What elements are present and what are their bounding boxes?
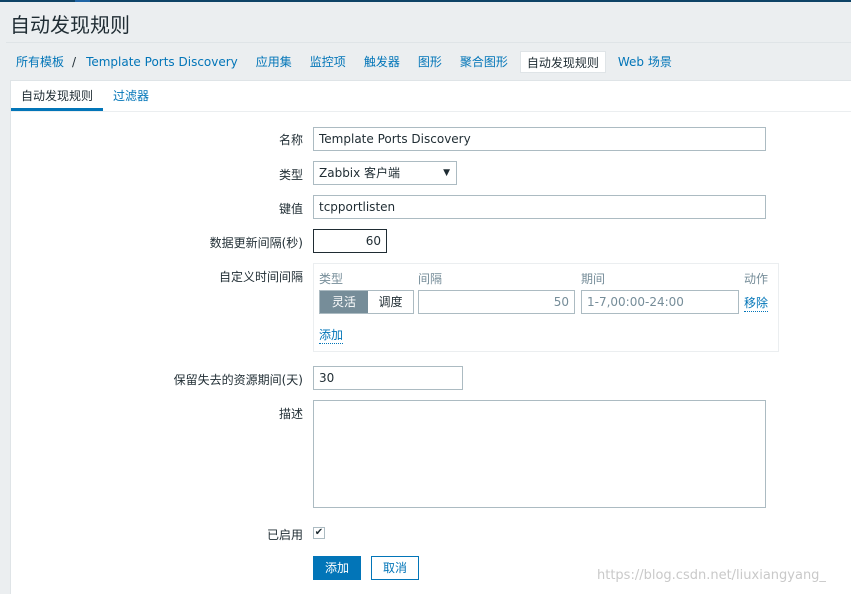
interval-input[interactable]: 60	[313, 229, 387, 253]
custom-period-input[interactable]: 1-7,00:00-24:00	[581, 290, 739, 314]
breadcrumb-separator: /	[72, 55, 77, 69]
name-input[interactable]: Template Ports Discovery	[313, 127, 766, 151]
col-period: 期间	[581, 272, 606, 286]
nav-web-scenarios[interactable]: Web 场景	[612, 51, 678, 73]
type-label: 类型	[278, 168, 303, 182]
page-title: 自动发现规则	[10, 13, 130, 37]
type-toggle: 灵活 调度	[319, 290, 414, 314]
add-button[interactable]: 添加	[313, 556, 361, 580]
key-label: 键值	[278, 202, 303, 216]
key-input[interactable]: tcpportlisten	[313, 195, 766, 219]
flexible-option[interactable]: 灵活	[320, 291, 368, 313]
description-textarea[interactable]	[313, 400, 766, 508]
breadcrumb-all-templates[interactable]: 所有模板	[10, 51, 70, 73]
top-bar	[0, 0, 851, 2]
remove-link[interactable]: 移除	[744, 294, 769, 312]
cancel-button[interactable]: 取消	[371, 556, 419, 580]
custom-interval-input[interactable]: 50	[418, 290, 575, 314]
custom-intervals-label: 自定义时间间隔	[218, 270, 303, 284]
watermark: https://blog.csdn.net/liuxiangyang_	[597, 568, 826, 583]
type-select[interactable]: Zabbix 客户端	[313, 161, 457, 185]
enabled-checkbox[interactable]: ✔	[313, 527, 325, 539]
col-type: 类型	[319, 272, 344, 286]
nav-triggers[interactable]: 触发器	[358, 51, 406, 73]
tab-discovery-rule[interactable]: 自动发现规则	[11, 81, 104, 111]
custom-intervals-table: 类型 间隔 期间 动作 灵活 调度 50 1-7,00:00-24:00 移除 …	[313, 263, 779, 352]
keep-lost-input[interactable]: 30	[313, 366, 463, 390]
keep-lost-label: 保留失去的资源期间(天)	[173, 373, 303, 387]
description-label: 描述	[278, 407, 303, 421]
add-interval-link[interactable]: 添加	[319, 326, 344, 344]
breadcrumb-nav: 所有模板 / Template Ports Discovery 应用集 监控项 …	[10, 51, 684, 73]
col-interval: 间隔	[418, 272, 443, 286]
tab-filters[interactable]: 过滤器	[103, 81, 159, 111]
breadcrumb-template[interactable]: Template Ports Discovery	[80, 51, 244, 73]
enabled-label: 已启用	[266, 528, 303, 542]
scheduling-option[interactable]: 调度	[368, 291, 413, 313]
nav-discovery-rules[interactable]: 自动发现规则	[519, 51, 606, 73]
name-label: 名称	[278, 133, 303, 147]
divider	[6, 42, 851, 43]
col-action: 动作	[744, 272, 769, 286]
nav-graphs[interactable]: 图形	[412, 51, 448, 73]
type-select-value: Zabbix 客户端	[319, 166, 401, 180]
nav-screens[interactable]: 聚合图形	[454, 51, 514, 73]
nav-items[interactable]: 监控项	[304, 51, 352, 73]
interval-label: 数据更新间隔(秒)	[209, 236, 303, 250]
nav-applications[interactable]: 应用集	[250, 51, 298, 73]
